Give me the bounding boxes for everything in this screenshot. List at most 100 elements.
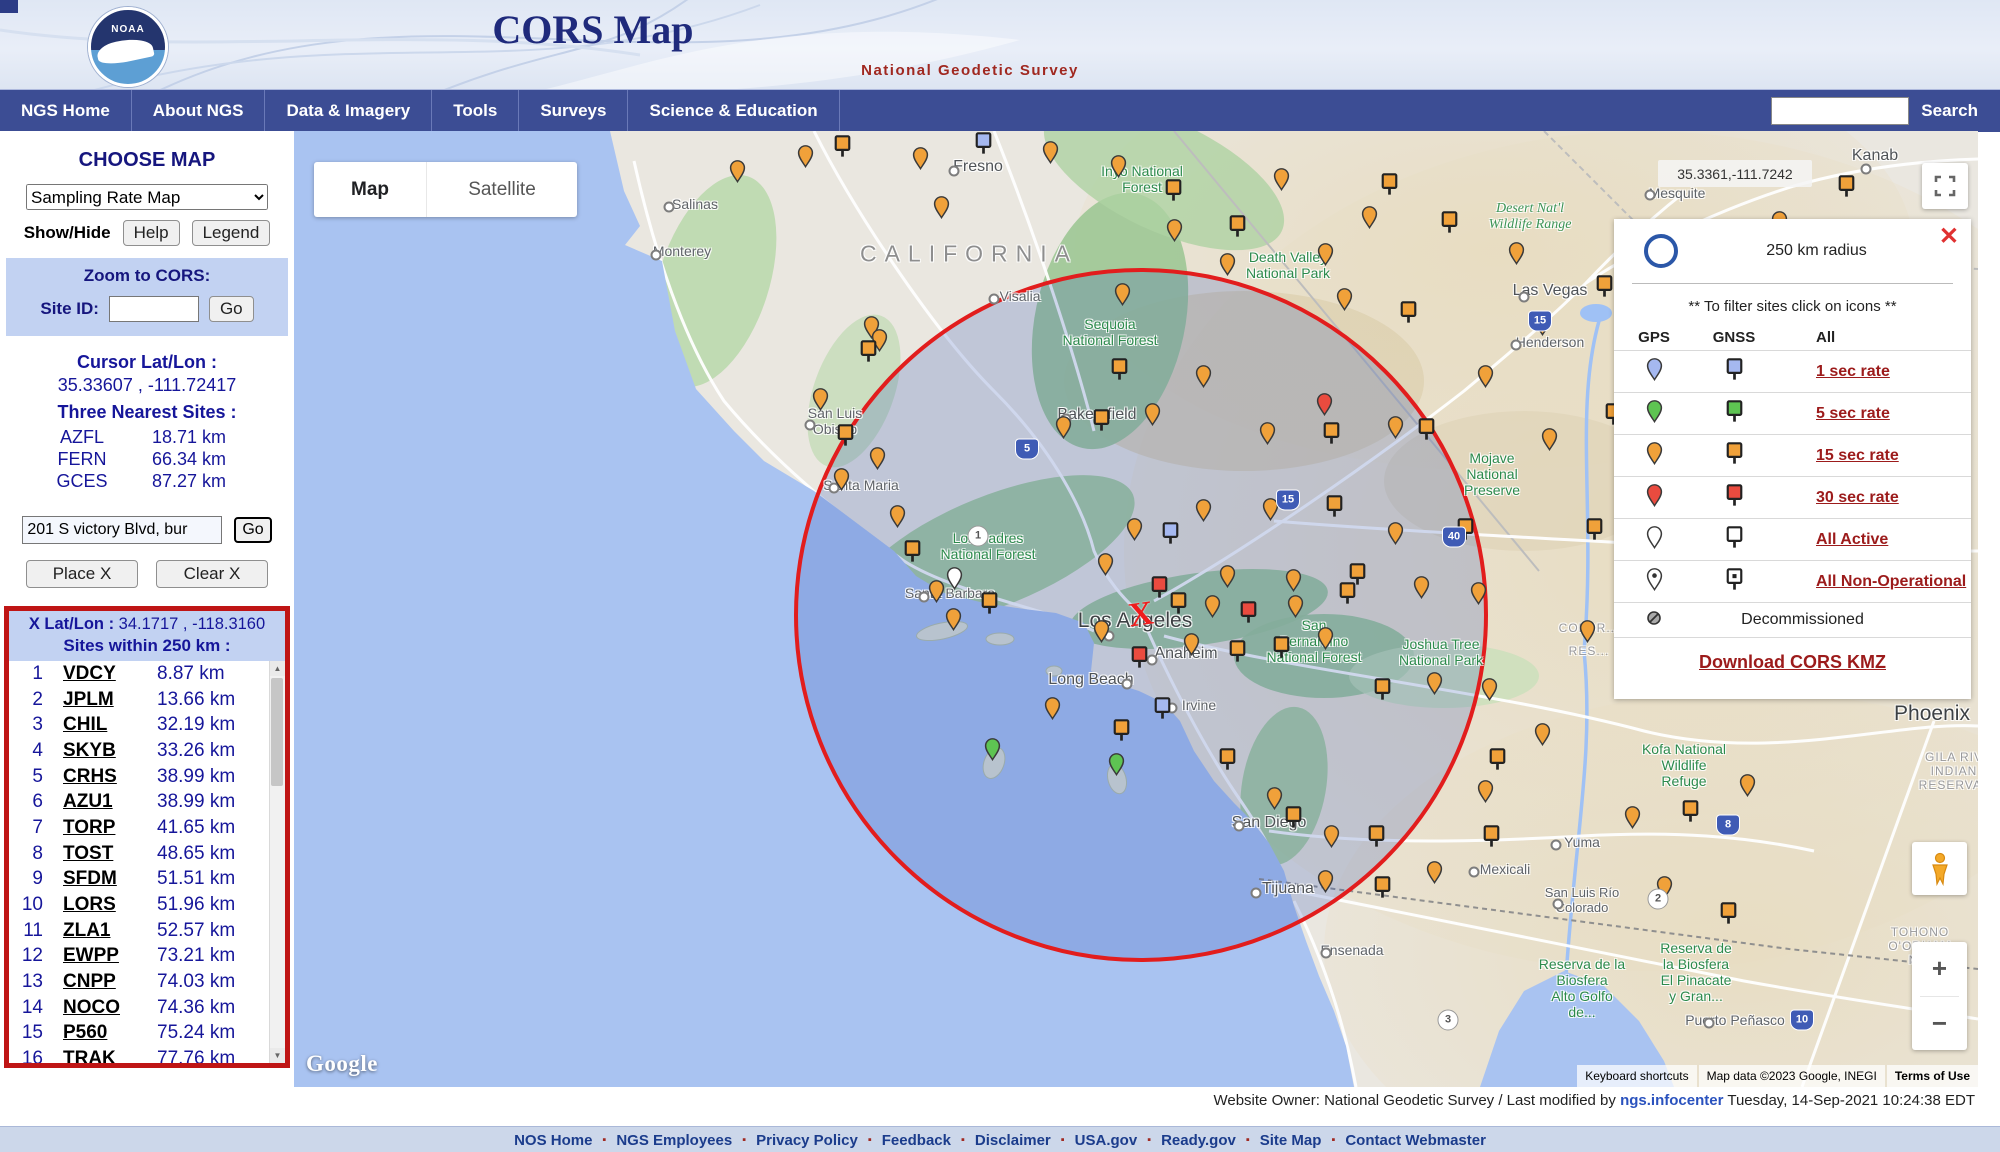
gnss-marker-icon[interactable] (1694, 484, 1774, 511)
site-code-link[interactable]: JPLM (49, 689, 145, 711)
cors-site-marker[interactable] (1055, 416, 1069, 435)
cors-site-marker[interactable] (1323, 422, 1337, 441)
nav-item-tools[interactable]: Tools (432, 90, 519, 132)
cors-site-marker[interactable] (889, 505, 903, 524)
cors-site-marker[interactable] (1044, 697, 1058, 716)
gps-marker-icon[interactable] (1614, 400, 1694, 427)
cors-site-marker[interactable] (1336, 288, 1350, 307)
cors-site-marker[interactable] (1166, 219, 1180, 238)
legend-link[interactable]: All Active (1816, 531, 1888, 548)
cors-site-marker[interactable] (984, 738, 998, 757)
footer-link-contact-webmaster[interactable]: Contact Webmaster (1345, 1132, 1486, 1149)
cors-site-marker[interactable] (1624, 806, 1638, 825)
cors-site-marker[interactable] (1682, 800, 1696, 819)
cors-site-marker[interactable] (1108, 753, 1122, 772)
cors-site-marker[interactable] (1183, 633, 1197, 652)
cors-site-marker[interactable] (1317, 243, 1331, 262)
cors-site-marker[interactable] (1111, 358, 1125, 377)
cors-site-marker[interactable] (1326, 495, 1340, 514)
cors-site-marker[interactable] (1097, 553, 1111, 572)
legend-link[interactable]: 30 sec rate (1816, 489, 1899, 506)
cors-site-marker[interactable] (1374, 678, 1388, 697)
cors-site-marker[interactable] (1426, 861, 1440, 880)
legend-link[interactable]: 5 sec rate (1816, 405, 1890, 422)
cors-site-marker[interactable] (1259, 422, 1273, 441)
address-go-button[interactable]: Go (234, 517, 271, 543)
cors-site-marker[interactable] (1541, 428, 1555, 447)
cors-site-marker[interactable] (1113, 719, 1127, 738)
cors-site-marker[interactable] (1316, 393, 1330, 412)
zoom-out-button[interactable]: − (1912, 997, 1967, 1051)
cors-site-marker[interactable] (1162, 522, 1176, 541)
cors-site-marker[interactable] (860, 340, 874, 359)
cors-site-marker[interactable] (1262, 498, 1276, 517)
place-x-button[interactable]: Place X (26, 560, 138, 588)
search-button[interactable]: Search (1921, 101, 1978, 121)
cors-site-marker[interactable] (1413, 576, 1427, 595)
cors-site-marker[interactable] (1838, 175, 1852, 194)
site-code-link[interactable]: TRAK (49, 1048, 145, 1063)
cors-site-marker[interactable] (1165, 179, 1179, 198)
cors-site-marker[interactable] (1720, 902, 1734, 921)
gps-marker-icon[interactable] (1614, 358, 1694, 385)
cors-site-marker[interactable] (1093, 620, 1107, 639)
cors-site-marker[interactable] (1285, 806, 1299, 825)
cors-site-marker[interactable] (1481, 678, 1495, 697)
cors-site-marker[interactable] (869, 447, 883, 466)
cors-site-marker[interactable] (1426, 672, 1440, 691)
cors-site-marker[interactable] (1204, 595, 1218, 614)
footer-link-privacy-policy[interactable]: Privacy Policy (756, 1132, 858, 1149)
site-code-link[interactable]: P560 (49, 1022, 145, 1044)
site-code-link[interactable]: NOCO (49, 997, 145, 1019)
decommissioned-icon[interactable] (1614, 610, 1694, 630)
zoom-in-button[interactable]: + (1912, 942, 1967, 996)
sites-list-scrollbar[interactable]: ▲ ▼ (269, 661, 285, 1063)
cors-site-marker[interactable] (1368, 825, 1382, 844)
cors-site-marker[interactable] (1114, 283, 1128, 302)
fullscreen-button[interactable] (1922, 163, 1968, 209)
cors-site-marker[interactable] (1339, 582, 1353, 601)
site-code-link[interactable]: CNPP (49, 971, 145, 993)
cors-site-marker[interactable] (1387, 522, 1401, 541)
address-input[interactable] (22, 516, 222, 544)
clear-x-button[interactable]: Clear X (156, 560, 268, 588)
cors-site-marker[interactable] (1323, 825, 1337, 844)
site-code-link[interactable]: TOST (49, 843, 145, 865)
map-type-select[interactable]: Sampling Rate Map (26, 184, 268, 210)
gnss-marker-icon[interactable] (1694, 568, 1774, 595)
cors-site-marker[interactable] (1418, 418, 1432, 437)
gnss-marker-icon[interactable] (1694, 442, 1774, 469)
site-id-input[interactable] (109, 296, 199, 322)
cors-site-marker[interactable] (1195, 365, 1209, 384)
cors-site-marker[interactable] (1349, 563, 1363, 582)
cors-site-marker[interactable] (1229, 215, 1243, 234)
cors-site-marker[interactable] (1374, 876, 1388, 895)
cors-site-marker[interactable] (812, 388, 826, 407)
gnss-marker-icon[interactable] (1694, 526, 1774, 553)
site-code-link[interactable]: VDCY (49, 663, 145, 685)
gnss-marker-icon[interactable] (1694, 400, 1774, 427)
terms-of-use-link[interactable]: Terms of Use (1887, 1065, 1978, 1087)
footer-link-nos-home[interactable]: NOS Home (514, 1132, 592, 1149)
site-code-link[interactable]: ZLA1 (49, 920, 145, 942)
cors-site-marker[interactable] (1489, 748, 1503, 767)
cors-site-marker[interactable] (1287, 595, 1301, 614)
footer-link-ngs-employees[interactable]: NGS Employees (616, 1132, 732, 1149)
help-button[interactable]: Help (123, 220, 180, 246)
gps-marker-icon[interactable] (1614, 568, 1694, 595)
cors-site-marker[interactable] (1042, 141, 1056, 160)
cors-site-marker[interactable] (729, 160, 743, 179)
cors-site-marker[interactable] (1361, 206, 1375, 225)
gnss-marker-icon[interactable] (1694, 358, 1774, 385)
cors-site-marker[interactable] (1219, 565, 1233, 584)
cors-site-marker[interactable] (1151, 576, 1165, 595)
cors-site-marker[interactable] (1387, 416, 1401, 435)
cors-site-marker[interactable] (1317, 627, 1331, 646)
footer-link-site-map[interactable]: Site Map (1260, 1132, 1322, 1149)
cors-site-marker[interactable] (1400, 301, 1414, 320)
site-code-link[interactable]: LORS (49, 894, 145, 916)
cors-site-marker[interactable] (1131, 646, 1145, 665)
site-id-go-button[interactable]: Go (209, 296, 254, 322)
site-code-link[interactable]: SKYB (49, 740, 145, 762)
cors-site-marker[interactable] (933, 196, 947, 215)
